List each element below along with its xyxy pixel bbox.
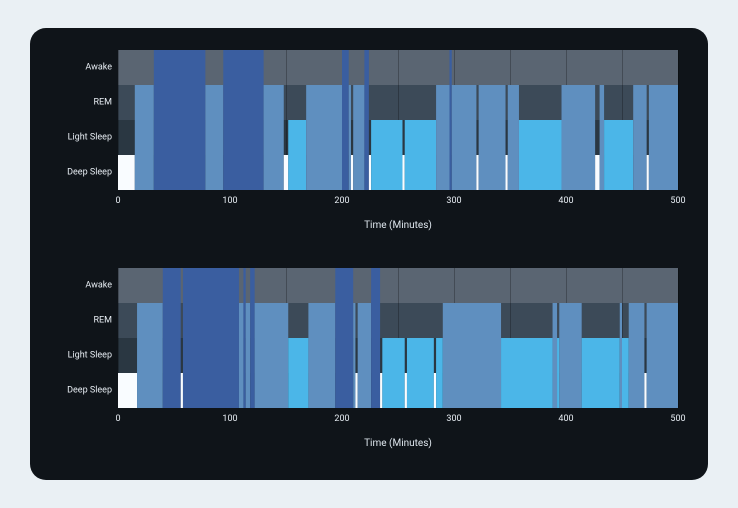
hypnogram-segment [288,120,306,190]
hypnogram-segment [349,85,351,190]
x-tick: 0 [115,414,120,424]
hypnogram-segment [620,303,622,408]
x-tick: 200 [334,196,349,206]
hypnogram-segment [137,303,163,408]
hypnogram-segment [476,155,478,190]
hypnogram-segment [436,85,449,190]
hypnogram-segment [508,85,519,190]
hypnogram-segment [181,373,183,408]
hypnogram-segment [264,85,284,190]
x-tick: 400 [558,196,573,206]
hypnogram-segment [647,155,649,190]
hypnogram-segment [380,373,382,408]
x-tick: 0 [115,196,120,206]
hypnogram-segment [118,155,135,190]
stage-label: Deep Sleep [52,168,112,177]
hypnogram-segment [335,268,353,408]
hypnogram-segment [604,120,633,190]
hypnogram-segment [246,303,250,408]
hypnogram-segment [622,338,629,408]
x-axis-label: Time (Minutes) [118,438,678,449]
hypnogram-segment [355,373,357,408]
x-tick: 500 [670,414,685,424]
x-tick: 500 [670,196,685,206]
hypnogram-segment [353,85,364,190]
hypnogram-segment [595,155,599,190]
hypnogram-segment [239,303,243,408]
hypnogram-segment [288,338,308,408]
x-tick: 400 [558,414,573,424]
x-tick: 100 [222,196,237,206]
x-tick: 300 [446,414,461,424]
x-tick: 300 [446,196,461,206]
hypnogram-segment [154,50,206,190]
hypnogram-segment [250,268,254,408]
hypnogram-segment [306,85,342,190]
hypnogram-segment [501,338,553,408]
hypnogram-segment [434,373,436,408]
hypnogram-segment [407,338,434,408]
hypnogram-chart-2: Awake REM Light Sleep Deep Sleep 0 100 200 300 4… [52,266,686,464]
hypnogram-segment [205,85,223,190]
hypnogram-segment [479,85,506,190]
hypnogram-segment [135,85,154,190]
hypnogram-segment [255,303,289,408]
hypnogram-segment [562,85,596,190]
stage-label: Deep Sleep [52,386,112,395]
hypnogram-segment [284,155,288,190]
hypnogram-segment [559,303,581,408]
hypnogram-segment [633,85,646,190]
hypnogram-segment [369,155,371,190]
hypnogram-segment [582,338,620,408]
hypnogram-segment [649,85,678,190]
stage-label: Awake [52,63,112,72]
hypnogram-segment [405,120,436,190]
hypnogram-segment [436,338,443,408]
hypnogram-segment [600,85,604,190]
stage-label: REM [52,98,112,107]
hypnogram-segment [183,268,239,408]
x-tick: 200 [334,414,349,424]
hypnogram-segment [443,303,501,408]
hypnogram-segment [364,50,368,190]
stage-label: Awake [52,281,112,290]
hypnogram-segment [223,50,263,190]
hypnogram-segment [553,303,557,408]
hypnogram-segment [452,85,477,190]
sleep-hypnogram-card: Awake REM Light Sleep Deep Sleep 0 100 200 300 4… [30,28,708,480]
hypnogram-segment [519,120,562,190]
hypnogram-segment [351,155,353,190]
hypnogram-segment [647,303,678,408]
hypnogram-segment [405,373,407,408]
x-axis-label: Time (Minutes) [118,220,678,231]
hypnogram-segment [371,268,380,408]
hypnogram-segment [243,268,245,408]
stage-label: Light Sleep [52,133,112,142]
hypnogram-segment [163,268,181,408]
hypnogram-chart-1: Awake REM Light Sleep Deep Sleep 0 100 200 300 4… [52,48,686,246]
hypnogram-segment [557,338,559,408]
hypnogram-segment [371,120,402,190]
hypnogram-segment [629,303,645,408]
hypnogram-segment [308,303,335,408]
stage-label: Light Sleep [52,351,112,360]
hypnogram-segment [358,303,371,408]
hypnogram-segment [353,303,355,408]
stage-label: REM [52,316,112,325]
hypnogram-segment [382,338,404,408]
hypnogram-segment [450,50,452,190]
hypnogram-segment [118,373,137,408]
x-tick: 100 [222,414,237,424]
hypnogram-segment [402,155,404,190]
hypnogram-segment [644,373,646,408]
hypnogram-segment [506,155,508,190]
hypnogram-segment [342,50,349,190]
